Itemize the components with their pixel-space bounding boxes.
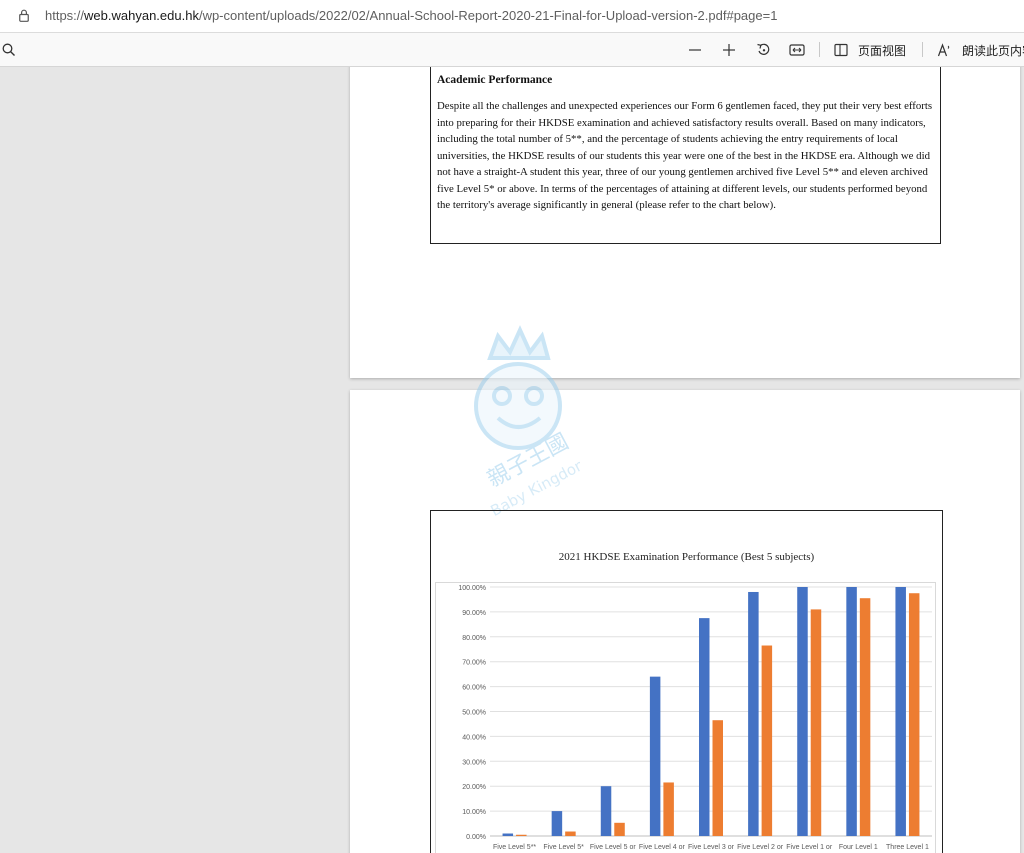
pdf-page: 親子王國 Baby Kingdom 2021 HKDSE Examination… xyxy=(350,325,1020,853)
y-tick-label: 70.00% xyxy=(462,660,486,667)
y-tick-label: 40.00% xyxy=(462,734,486,741)
x-tick-label: Four Level 1 xyxy=(839,844,878,851)
page-view-icon-button[interactable] xyxy=(832,33,850,66)
url-host: web.wahyan.edu.hk xyxy=(84,8,199,23)
y-tick-label: 90.00% xyxy=(462,610,486,617)
rotate-icon xyxy=(756,43,769,55)
zoom-in-button[interactable] xyxy=(718,33,740,66)
read-aloud-label[interactable]: 朗读此页内容 xyxy=(962,42,1024,59)
bar-series-2 xyxy=(761,645,773,836)
baby-kingdom-watermark: 親子王國 Baby Kingdom xyxy=(474,325,580,520)
bar-chart: 0.00% 10.00% 20.00% 30.00% 40.00% 50.00% 60.00… xyxy=(435,582,936,853)
minus-icon xyxy=(689,48,701,51)
y-tick-label: 0.00% xyxy=(466,834,486,841)
read-aloud-icon xyxy=(937,42,950,56)
fit-width-button[interactable] xyxy=(786,33,808,66)
search-button[interactable] xyxy=(0,33,18,66)
x-tick-label: Five Level 2 or xyxy=(737,844,784,851)
bar-series-1 xyxy=(797,587,808,836)
toolbar-divider xyxy=(819,42,820,57)
y-tick-label: 20.00% xyxy=(462,784,486,791)
y-tick-label: 80.00% xyxy=(462,635,486,642)
bar-series-2 xyxy=(516,834,527,836)
section-heading: Academic Performance xyxy=(437,74,553,86)
body-paragraph: Despite all the challenges and unexpecte… xyxy=(437,100,933,211)
x-tick-label: Five Level 4 or xyxy=(639,844,686,851)
rotate-button[interactable] xyxy=(752,33,774,66)
pdf-viewport[interactable]: Academic Performance Despite all the cha… xyxy=(0,67,1024,853)
y-tick-label: 30.00% xyxy=(462,759,486,766)
bar-series-1 xyxy=(649,676,661,836)
bar-series-1 xyxy=(895,587,906,836)
x-tick-label: Five Level 1 or xyxy=(786,844,833,851)
search-icon xyxy=(2,43,15,56)
bar-series-1 xyxy=(699,618,710,836)
bar-series-2 xyxy=(810,609,822,836)
read-aloud-icon-button[interactable] xyxy=(935,33,955,66)
bar-series-1 xyxy=(846,587,857,836)
y-tick-label: 50.00% xyxy=(462,710,486,717)
baby-face-icon xyxy=(474,362,562,450)
toolbar-divider xyxy=(922,42,923,57)
bar-series-2 xyxy=(614,822,625,836)
bar-series-2 xyxy=(908,593,920,836)
address-bar[interactable]: https://web.wahyan.edu.hk/wp-content/upl… xyxy=(0,0,1024,33)
bar-series-1 xyxy=(600,786,612,836)
chart-box: 2021 HKDSE Examination Performance (Best… xyxy=(430,510,943,853)
zoom-out-button[interactable] xyxy=(684,33,706,66)
url-path: /wp-content/uploads/2022/02/Annual-Schoo… xyxy=(198,8,778,23)
lock-icon[interactable] xyxy=(19,9,29,22)
bar-series-1 xyxy=(551,811,563,836)
y-tick-label: 60.00% xyxy=(462,685,486,692)
bar-series-1 xyxy=(502,833,514,836)
page-view-icon xyxy=(834,43,848,56)
chart-title: 2021 HKDSE Examination Performance (Best… xyxy=(558,551,815,563)
bar-series-2 xyxy=(565,831,576,836)
plus-icon xyxy=(723,43,735,56)
url-prefix: https:// xyxy=(45,8,85,23)
fit-width-icon xyxy=(789,43,805,56)
page-view-label[interactable]: 页面视图 xyxy=(858,42,906,59)
crown-icon xyxy=(487,325,551,360)
bar-series-2 xyxy=(859,598,871,836)
x-tick-label: Five Level 5 or xyxy=(590,844,637,851)
bar-series-1 xyxy=(748,591,759,836)
y-tick-label: 10.00% xyxy=(462,809,486,816)
x-tick-label: Five Level 5** xyxy=(493,844,536,851)
x-tick-label: Five Level 5* xyxy=(543,844,584,851)
y-tick-label: 100.00% xyxy=(458,585,486,592)
x-tick-label: Five Level 3 or xyxy=(688,844,735,851)
academic-performance-box: Academic Performance Despite all the cha… xyxy=(430,67,941,244)
pdf-toolbar: 页面视图 朗读此页内容 xyxy=(0,33,1024,67)
bar-series-2 xyxy=(663,782,674,836)
x-tick-label: Three Level 1 xyxy=(886,844,929,851)
url-text[interactable]: https://web.wahyan.edu.hk/wp-content/upl… xyxy=(45,8,777,23)
bar-series-2 xyxy=(712,720,723,836)
